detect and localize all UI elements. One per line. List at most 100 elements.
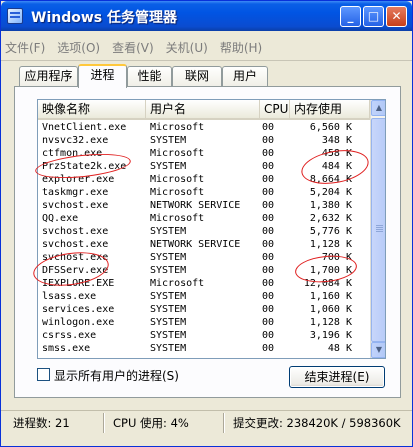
cpu-cell: 00 [262, 330, 275, 341]
table-row[interactable]: nvsvc32.exe SYSTEM 00 348 K [38, 134, 370, 147]
user-name-cell: SYSTEM [150, 265, 187, 276]
user-name-cell: NETWORK SERVICE [150, 200, 241, 211]
maximize-button[interactable]: □ [363, 6, 384, 27]
status-commit-charge: 提交更改: 238420K / 598360K [233, 416, 401, 430]
column-header-user-name[interactable]: 用户名 [146, 100, 260, 118]
close-button[interactable]: ✕ [386, 6, 407, 27]
process-list[interactable]: 映像名称 用户名 CPU 内存使用 VnetClient.exe Microsof… [37, 99, 386, 359]
process-name-cell: taskmgr.exe [42, 187, 109, 198]
scroll-thumb[interactable] [371, 118, 385, 342]
cpu-cell: 00 [262, 213, 275, 224]
memory-cell: 348 K [321, 135, 352, 146]
cpu-cell: 00 [262, 187, 275, 198]
table-row[interactable]: winlogon.exe SYSTEM 00 1,128 K [38, 316, 370, 329]
title-bar[interactable]: Windows 任务管理器 _ □ ✕ [1, 1, 412, 31]
user-name-cell: Microsoft [150, 148, 205, 159]
column-header-memory[interactable]: 内存使用 [290, 100, 370, 118]
user-name-cell: Microsoft [150, 278, 205, 289]
menu-view[interactable]: 查看(V) [112, 39, 154, 57]
table-row[interactable]: smss.exe SYSTEM 00 48 K [38, 342, 370, 355]
table-row[interactable]: svchost.exe SYSTEM 00 5,776 K [38, 225, 370, 238]
process-name-cell: lsass.exe [42, 291, 97, 302]
status-divider [103, 413, 105, 433]
menu-bar: 文件(F) 选项(O) 查看(V) 关机(U) 帮助(H) [5, 39, 274, 57]
memory-cell: 6,560 K [309, 122, 352, 133]
user-name-cell: Microsoft [150, 187, 205, 198]
cpu-cell: 00 [262, 278, 275, 289]
column-header-image-name[interactable]: 映像名称 [38, 100, 146, 118]
cpu-cell: 00 [262, 161, 275, 172]
memory-cell: 48 K [327, 343, 352, 354]
table-row[interactable]: svchost.exe NETWORK SERVICE 00 1,380 K [38, 199, 370, 212]
user-name-cell: SYSTEM [150, 317, 187, 328]
user-name-cell: SYSTEM [150, 252, 187, 263]
menu-shutdown[interactable]: 关机(U) [166, 39, 208, 57]
status-divider [223, 413, 225, 433]
menu-file[interactable]: 文件(F) [5, 39, 45, 57]
cpu-cell: 00 [262, 291, 275, 302]
list-header: 映像名称 用户名 CPU 内存使用 [38, 100, 370, 120]
user-name-cell: SYSTEM [150, 226, 187, 237]
table-row[interactable]: services.exe SYSTEM 00 1,060 K [38, 303, 370, 316]
process-name-cell: csrss.exe [42, 330, 97, 341]
vertical-scrollbar[interactable]: ▲ ▼ [370, 100, 385, 358]
menu-help[interactable]: 帮助(H) [220, 39, 262, 57]
tab-processes[interactable]: 进程 [78, 64, 127, 88]
user-name-cell: Microsoft [150, 174, 205, 185]
memory-cell: 1,160 K [309, 291, 352, 302]
table-row[interactable]: taskmgr.exe Microsoft 00 5,204 K [38, 186, 370, 199]
menu-divider [1, 60, 412, 61]
show-all-users-checkbox[interactable] [37, 368, 50, 381]
menu-options[interactable]: 选项(O) [57, 39, 100, 57]
cpu-cell: 00 [262, 226, 275, 237]
scroll-down-icon[interactable]: ▼ [371, 342, 385, 358]
memory-cell: 5,776 K [309, 226, 352, 237]
process-name-cell: svchost.exe [42, 226, 109, 237]
table-row[interactable]: csrss.exe SYSTEM 00 3,196 K [38, 329, 370, 342]
tab-networking[interactable]: 联网 [172, 66, 222, 86]
cpu-cell: 00 [262, 317, 275, 328]
end-process-button[interactable]: 结束进程(E) [289, 366, 385, 388]
cpu-cell: 00 [262, 343, 275, 354]
status-cpu-usage: CPU 使用: 4% [113, 416, 189, 430]
process-name-cell: svchost.exe [42, 239, 109, 250]
user-name-cell: SYSTEM [150, 135, 187, 146]
show-all-users-label: 显示所有用户的进程(S) [54, 369, 179, 383]
status-bar: 进程数: 21 CPU 使用: 4% 提交更改: 238420K / 59836… [1, 410, 412, 446]
cpu-cell: 00 [262, 200, 275, 211]
process-name-cell: winlogon.exe [42, 317, 115, 328]
cpu-cell: 00 [262, 148, 275, 159]
cpu-cell: 00 [262, 135, 275, 146]
table-row[interactable]: svchost.exe NETWORK SERVICE 00 1,128 K [38, 238, 370, 251]
grip-icon [376, 225, 383, 226]
user-name-cell: Microsoft [150, 213, 205, 224]
memory-cell: 1,380 K [309, 200, 352, 211]
scroll-up-icon[interactable]: ▲ [371, 100, 385, 116]
memory-cell: 5,204 K [309, 187, 352, 198]
user-name-cell: Microsoft [150, 122, 205, 133]
memory-cell: 2,632 K [309, 213, 352, 224]
user-name-cell: SYSTEM [150, 291, 187, 302]
process-name-cell: smss.exe [42, 343, 91, 354]
tab-applications[interactable]: 应用程序 [19, 66, 78, 86]
cpu-cell: 00 [262, 122, 275, 133]
column-header-cpu[interactable]: CPU [260, 100, 290, 118]
memory-cell: 3,196 K [309, 330, 352, 341]
window-title: Windows 任务管理器 [31, 10, 177, 26]
minimize-button[interactable]: _ [340, 6, 361, 27]
table-row[interactable]: lsass.exe SYSTEM 00 1,160 K [38, 290, 370, 303]
tab-users[interactable]: 用户 [222, 66, 268, 86]
cpu-cell: 00 [262, 252, 275, 263]
user-name-cell: SYSTEM [150, 343, 187, 354]
memory-cell: 1,128 K [309, 239, 352, 250]
cpu-cell: 00 [262, 304, 275, 315]
table-row[interactable]: QQ.exe Microsoft 00 2,632 K [38, 212, 370, 225]
user-name-cell: SYSTEM [150, 161, 187, 172]
user-name-cell: SYSTEM [150, 304, 187, 315]
cpu-cell: 00 [262, 174, 275, 185]
user-name-cell: NETWORK SERVICE [150, 239, 241, 250]
tab-performance[interactable]: 性能 [127, 66, 172, 86]
memory-cell: 1,128 K [309, 317, 352, 328]
table-row[interactable]: VnetClient.exe Microsoft 00 6,560 K [38, 121, 370, 134]
process-name-cell: VnetClient.exe [42, 122, 127, 133]
